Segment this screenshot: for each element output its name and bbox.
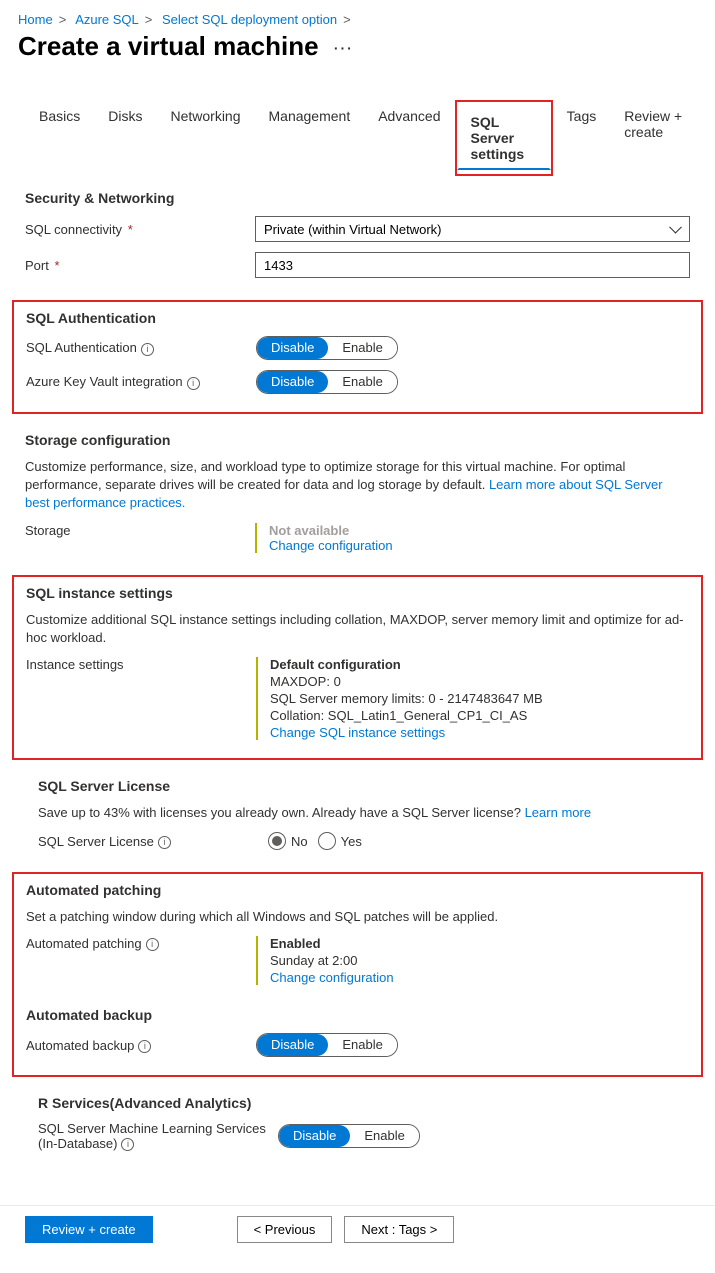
rservices-label: SQL Server Machine Learning Services (In…	[38, 1121, 278, 1151]
sql-auth-disable[interactable]: Disable	[257, 337, 328, 359]
license-label: SQL Server Licensei	[38, 834, 268, 849]
breadcrumb: Home> Azure SQL> Select SQL deployment o…	[0, 8, 715, 29]
section-r-services: R Services(Advanced Analytics)	[38, 1095, 677, 1111]
instance-default-config: Default configuration	[270, 657, 689, 672]
storage-label: Storage	[25, 523, 255, 538]
license-learn-link[interactable]: Learn more	[525, 805, 591, 820]
tab-management[interactable]: Management	[255, 100, 365, 176]
section-security-networking: Security & Networking	[25, 190, 690, 206]
more-icon[interactable]: ···	[334, 40, 354, 56]
section-sql-server-license: SQL Server License	[38, 778, 677, 794]
tab-review-create[interactable]: Review + create	[610, 100, 697, 176]
tab-disks[interactable]: Disks	[94, 100, 156, 176]
instance-memory: SQL Server memory limits: 0 - 2147483647…	[270, 691, 689, 706]
license-radio-no[interactable]: No	[268, 832, 308, 850]
info-icon[interactable]: i	[141, 343, 154, 356]
breadcrumb-home[interactable]: Home	[18, 12, 53, 27]
info-icon[interactable]: i	[138, 1040, 151, 1053]
section-sql-authentication: SQL Authentication	[26, 310, 689, 326]
autobackup-disable[interactable]: Disable	[257, 1034, 328, 1056]
section-storage-configuration: Storage configuration	[25, 432, 690, 448]
sql-connectivity-label: SQL connectivity *	[25, 222, 255, 237]
instance-collation: Collation: SQL_Latin1_General_CP1_CI_AS	[270, 708, 689, 723]
tabs: Basics Disks Networking Management Advan…	[0, 70, 715, 176]
info-icon[interactable]: i	[146, 938, 159, 951]
rservices-disable[interactable]: Disable	[279, 1125, 350, 1147]
tab-basics[interactable]: Basics	[25, 100, 94, 176]
section-automated-patching: Automated patching	[26, 882, 689, 898]
sql-authentication-toggle[interactable]: Disable Enable	[256, 336, 398, 360]
instance-maxdop: MAXDOP: 0	[270, 674, 689, 689]
storage-value: Not available	[269, 523, 690, 538]
instance-change-link[interactable]: Change SQL instance settings	[270, 725, 689, 740]
sql-auth-enable[interactable]: Enable	[328, 337, 396, 359]
port-label: Port *	[25, 258, 255, 273]
page-title: Create a virtual machine ···	[0, 29, 715, 70]
license-radio-yes[interactable]: Yes	[318, 832, 362, 850]
sql-authentication-label: SQL Authenticationi	[26, 340, 256, 355]
autobackup-enable[interactable]: Enable	[328, 1034, 396, 1056]
autopatch-label: Automated patchingi	[26, 936, 256, 951]
akv-toggle[interactable]: Disable Enable	[256, 370, 398, 394]
sql-connectivity-select[interactable]: Private (within Virtual Network)	[255, 216, 690, 242]
section-sql-instance-settings: SQL instance settings	[26, 585, 689, 601]
info-icon[interactable]: i	[187, 377, 200, 390]
instance-desc: Customize additional SQL instance settin…	[26, 611, 689, 647]
tab-sql-server-settings[interactable]: SQL Server settings	[457, 106, 551, 170]
license-desc: Save up to 43% with licenses you already…	[38, 804, 677, 822]
akv-label: Azure Key Vault integrationi	[26, 374, 256, 389]
autopatch-enabled: Enabled	[270, 936, 689, 951]
tab-advanced[interactable]: Advanced	[364, 100, 454, 176]
rservices-enable[interactable]: Enable	[350, 1125, 418, 1147]
rservices-toggle[interactable]: Disable Enable	[278, 1124, 420, 1148]
tab-networking[interactable]: Networking	[156, 100, 254, 176]
tab-tags[interactable]: Tags	[553, 100, 611, 176]
akv-enable[interactable]: Enable	[328, 371, 396, 393]
port-input[interactable]	[255, 252, 690, 278]
instance-settings-label: Instance settings	[26, 657, 256, 672]
next-button[interactable]: Next : Tags >	[344, 1216, 454, 1243]
autopatch-desc: Set a patching window during which all W…	[26, 908, 689, 926]
section-automated-backup: Automated backup	[26, 1007, 689, 1023]
review-create-button[interactable]: Review + create	[25, 1216, 153, 1243]
breadcrumb-deploy-option[interactable]: Select SQL deployment option	[162, 12, 337, 27]
info-icon[interactable]: i	[121, 1138, 134, 1151]
info-icon[interactable]: i	[158, 836, 171, 849]
akv-disable[interactable]: Disable	[257, 371, 328, 393]
autobackup-toggle[interactable]: Disable Enable	[256, 1033, 398, 1057]
autopatch-change-link[interactable]: Change configuration	[270, 970, 689, 985]
storage-desc: Customize performance, size, and workloa…	[25, 458, 690, 513]
breadcrumb-azure-sql[interactable]: Azure SQL	[75, 12, 139, 27]
previous-button[interactable]: < Previous	[237, 1216, 333, 1243]
autopatch-schedule: Sunday at 2:00	[270, 953, 689, 968]
storage-change-link[interactable]: Change configuration	[269, 538, 690, 553]
autobackup-label: Automated backupi	[26, 1038, 256, 1053]
footer: Review + create < Previous Next : Tags >	[0, 1205, 715, 1253]
